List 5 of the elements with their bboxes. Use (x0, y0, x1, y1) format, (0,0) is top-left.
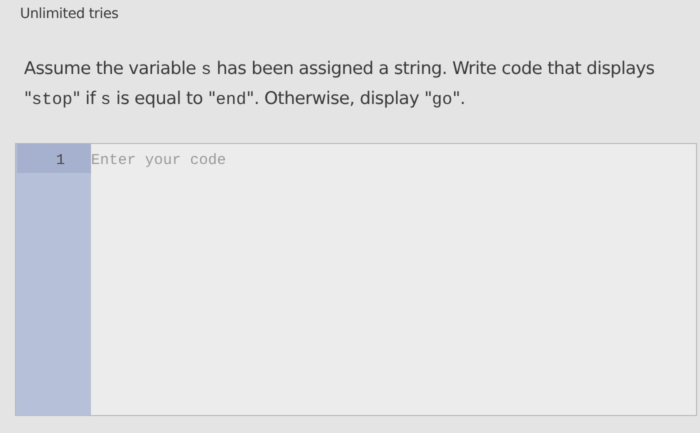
code-input-field[interactable]: Enter your code (91, 144, 696, 415)
code-editor[interactable]: 1 Enter your code (15, 143, 697, 416)
line-number: 1 (17, 144, 91, 173)
attempts-label: Unlimited tries (19, 5, 120, 24)
question-text: Assume the variable s has been assigned a string. Write code that displays "stop" if s is equal to "end". Otherwise, display "go". (24, 58, 656, 112)
